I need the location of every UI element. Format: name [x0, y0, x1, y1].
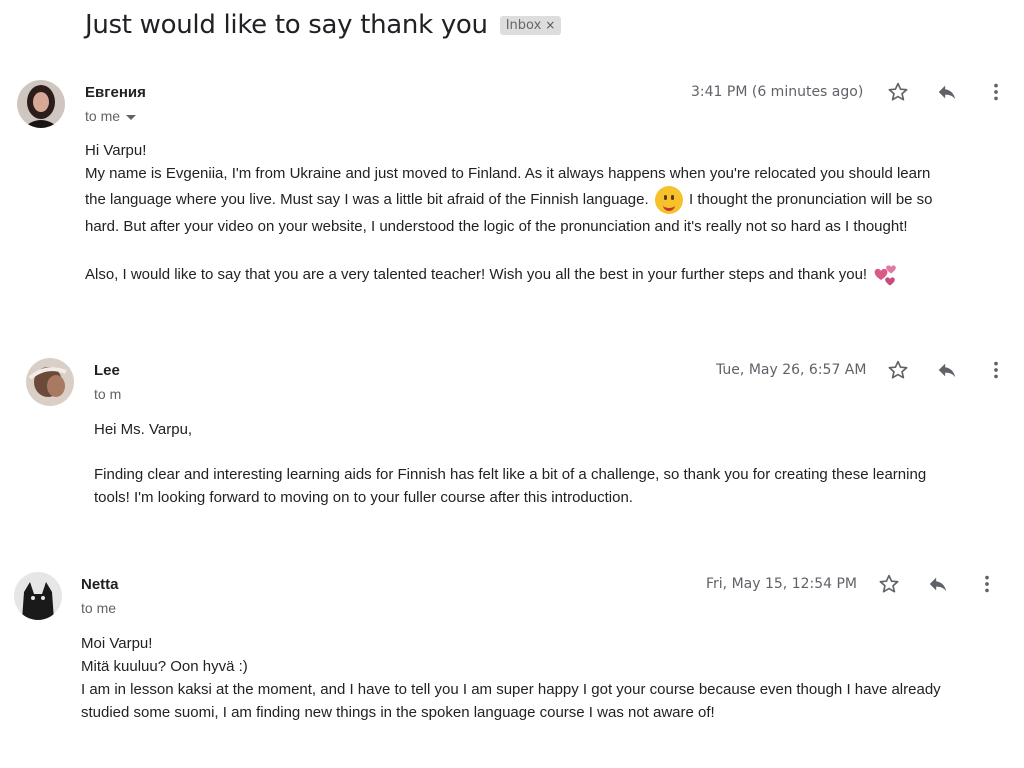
- remove-label-button[interactable]: ×: [545, 18, 555, 32]
- recipient-details[interactable]: to me: [85, 108, 137, 124]
- avatar[interactable]: [17, 80, 65, 128]
- recipient-label: to me: [85, 108, 121, 124]
- hearts-emoji-icon: [874, 265, 897, 286]
- recipient-details[interactable]: to me: [81, 600, 116, 616]
- message-line: hard. But after your video on your websi…: [85, 218, 908, 235]
- star-button[interactable]: [886, 80, 910, 104]
- star-button[interactable]: [877, 572, 901, 596]
- reply-icon: [938, 363, 956, 378]
- message-line: My name is Evgeniia, I'm from Ukraine an…: [85, 165, 931, 182]
- caret-down-icon[interactable]: [126, 114, 137, 120]
- more-vertical-icon: [994, 361, 998, 379]
- recipient-label: to m: [94, 386, 122, 402]
- message-date: Fri, May 15, 12:54 PM: [706, 576, 858, 592]
- sender-name[interactable]: Netta: [81, 576, 119, 593]
- more-vertical-icon: [985, 575, 989, 593]
- message-date: 3:41 PM (6 minutes ago): [691, 84, 864, 100]
- avatar[interactable]: [26, 358, 74, 406]
- recipient-label: to me: [81, 600, 117, 616]
- more-options-button[interactable]: [984, 80, 1008, 104]
- reply-button[interactable]: [935, 358, 959, 382]
- message-line: I am in lesson kaksi at the moment, and …: [81, 681, 941, 698]
- more-options-button[interactable]: [975, 572, 999, 596]
- more-vertical-icon: [994, 83, 998, 101]
- message-line: Moi Varpu!: [81, 635, 153, 652]
- message-body: Hi Varpu! My name is Evgeniia, I'm from …: [85, 139, 1005, 290]
- message-text: I thought the pronunciation will be so: [689, 191, 933, 208]
- reply-icon: [929, 577, 947, 592]
- message-body: Moi Varpu! Mitä kuuluu? Oon hyvä :) I am…: [81, 632, 1011, 724]
- sender-name[interactable]: Lee: [94, 362, 120, 379]
- message-text: the language where you live. Must say I …: [85, 191, 649, 208]
- thread-header: Just would like to say thank you Inbox ×: [85, 10, 562, 40]
- star-icon: [879, 574, 899, 593]
- reply-button[interactable]: [935, 80, 959, 104]
- reply-button[interactable]: [926, 572, 950, 596]
- star-icon: [888, 360, 908, 379]
- message-line-with-emoji: Also, I would like to say that you are a…: [85, 260, 1005, 290]
- message-line-with-emoji: the language where you live. Must say I …: [85, 185, 1005, 215]
- message-line: Mitä kuuluu? Oon hyvä :): [81, 658, 248, 675]
- reply-icon: [938, 85, 956, 100]
- star-icon: [888, 82, 908, 101]
- message-text: Also, I would like to say that you are a…: [85, 266, 868, 283]
- inbox-label[interactable]: Inbox ×: [499, 15, 562, 35]
- smiling-face-emoji-icon: [654, 186, 683, 215]
- recipient-details[interactable]: to m: [94, 386, 121, 402]
- sender-name[interactable]: Евгения: [85, 84, 146, 101]
- message-line: Finding clear and interesting learning a…: [94, 466, 927, 483]
- star-button[interactable]: [886, 358, 910, 382]
- inbox-label-text: Inbox: [505, 17, 542, 33]
- message-line: Hei Ms. Varpu,: [94, 421, 193, 438]
- message-body: Hei Ms. Varpu, Finding clear and interes…: [94, 418, 1004, 509]
- message-line: tools! I'm looking forward to moving on …: [94, 489, 633, 506]
- more-options-button[interactable]: [984, 358, 1008, 382]
- thread-subject: Just would like to say thank you: [85, 10, 488, 40]
- avatar[interactable]: [14, 572, 62, 620]
- message-date: Tue, May 26, 6:57 AM: [716, 362, 867, 378]
- message-line: Hi Varpu!: [85, 142, 147, 159]
- message-line: studied some suomi, I am finding new thi…: [81, 704, 715, 721]
